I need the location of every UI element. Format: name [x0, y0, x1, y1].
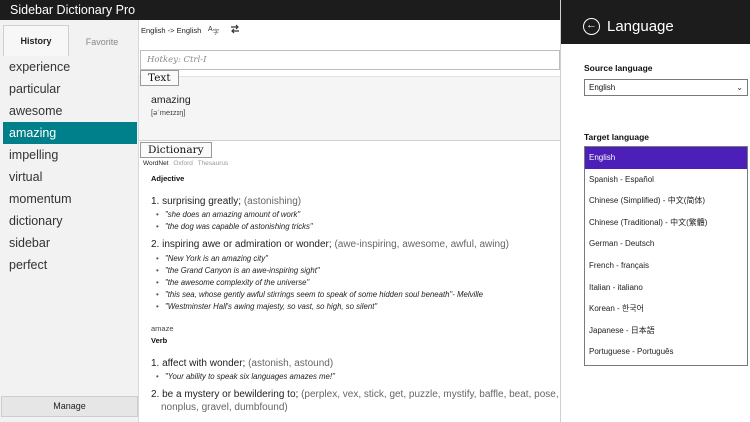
target-option-selected[interactable]: English [585, 147, 747, 169]
verb-definition-1: 1. affect with wonder; (astonish, astoun… [151, 358, 334, 369]
text-section: amazing [əˈmeɪzɪŋ] [139, 76, 560, 141]
history-item[interactable]: momentum [3, 188, 137, 210]
dictionary-sources: WordNet Oxford Thesaurus [143, 160, 231, 167]
history-word-list: experience particular awesome amazing im… [3, 56, 137, 276]
history-item[interactable]: impelling [3, 144, 137, 166]
translate-icon[interactable]: A字 [207, 23, 221, 37]
target-option[interactable]: Chinese (Traditional) - 中文(繁體) [585, 212, 747, 234]
tab-history[interactable]: History [3, 25, 69, 56]
history-item[interactable]: particular [3, 78, 137, 100]
example: "New York is an amazing city" [156, 254, 268, 263]
source-oxford[interactable]: Oxford [173, 160, 193, 167]
example: "she does an amazing amount of work" [156, 210, 300, 219]
target-option[interactable]: Japanese - 日本語 [585, 320, 747, 342]
source-language-select[interactable]: English ⌄ [584, 79, 748, 96]
source-wordnet[interactable]: WordNet [143, 160, 169, 167]
target-language-label: Target language [584, 132, 650, 142]
example: "the Grand Canyon is an awe-inspiring si… [156, 266, 320, 275]
example: "the awesome complexity of the universe" [156, 278, 309, 287]
history-item[interactable]: perfect [3, 254, 137, 276]
search-input[interactable]: Hotkey: Ctrl-I [140, 50, 560, 70]
source-thesaurus[interactable]: Thesaurus [198, 160, 229, 167]
definition-1: 1. surprising greatly; (astonishing) [151, 196, 302, 207]
text-section-label: Text [140, 70, 179, 86]
back-arrow-icon[interactable]: ← [583, 18, 600, 35]
target-option[interactable]: German - Deutsch [585, 233, 747, 255]
app-title-bar: Sidebar Dictionary Pro [0, 0, 560, 20]
source-language-label: Source language [584, 63, 653, 73]
pos-verb: Verb [151, 336, 168, 345]
target-option[interactable]: French - français [585, 255, 747, 277]
target-language-list[interactable]: English Spanish - Español Chinese (Simpl… [584, 146, 748, 366]
app-title: Sidebar Dictionary Pro [10, 3, 136, 17]
example: "Westminster Hall's awing majesty, so va… [156, 302, 377, 311]
target-option[interactable]: Italian - italiano [585, 277, 747, 299]
main-content: English -> English A字 Hotkey: Ctrl-I ama… [139, 20, 560, 422]
verb-definition-2: 2. be a mystery or bewildering to; (perp… [151, 389, 559, 400]
history-item[interactable]: sidebar [3, 232, 137, 254]
panel-title: Language [607, 18, 674, 35]
history-item-selected[interactable]: amazing [3, 122, 137, 144]
history-item[interactable]: dictionary [3, 210, 137, 232]
sidebar-tabs: History Favorite [0, 20, 139, 56]
history-item[interactable]: awesome [3, 100, 137, 122]
language-panel: ← Language Source language English ⌄ Tar… [560, 0, 750, 422]
chevron-down-icon: ⌄ [736, 83, 743, 92]
target-option[interactable]: Spanish - Español [585, 169, 747, 191]
verb-headword: amaze [151, 324, 174, 333]
text-word: amazing [151, 94, 191, 106]
history-item[interactable]: experience [3, 56, 137, 78]
history-sidebar: History Favorite experience particular a… [0, 20, 139, 422]
manage-button[interactable]: Manage [1, 396, 138, 417]
source-language-value: English [589, 83, 616, 92]
swap-icon[interactable] [228, 23, 242, 37]
svg-text:字: 字 [213, 28, 219, 35]
target-option[interactable]: Portuguese - Português [585, 341, 747, 363]
example: "Your ability to speak six languages ama… [156, 372, 335, 381]
language-pair-label[interactable]: English -> English [141, 23, 201, 39]
panel-header: ← Language [561, 0, 750, 44]
target-option[interactable]: Chinese (Simplified) - 中文(简体) [585, 190, 747, 212]
pos-adjective: Adjective [151, 174, 185, 183]
definition-2: 2. inspiring awe or admiration or wonder… [151, 239, 509, 250]
example: "the dog was capable of astonishing tric… [156, 222, 313, 231]
target-option[interactable]: Korean - 한국어 [585, 298, 747, 320]
example: "this sea, whose gently awful stirrings … [156, 290, 483, 299]
dictionary-section-label: Dictionary [140, 142, 212, 158]
phonetic-text: [əˈmeɪzɪŋ] [151, 108, 186, 117]
history-item[interactable]: virtual [3, 166, 137, 188]
verb-definition-2-continued: nonplus, gravel, dumbfound) [161, 402, 288, 413]
tab-favorite[interactable]: Favorite [69, 29, 135, 56]
